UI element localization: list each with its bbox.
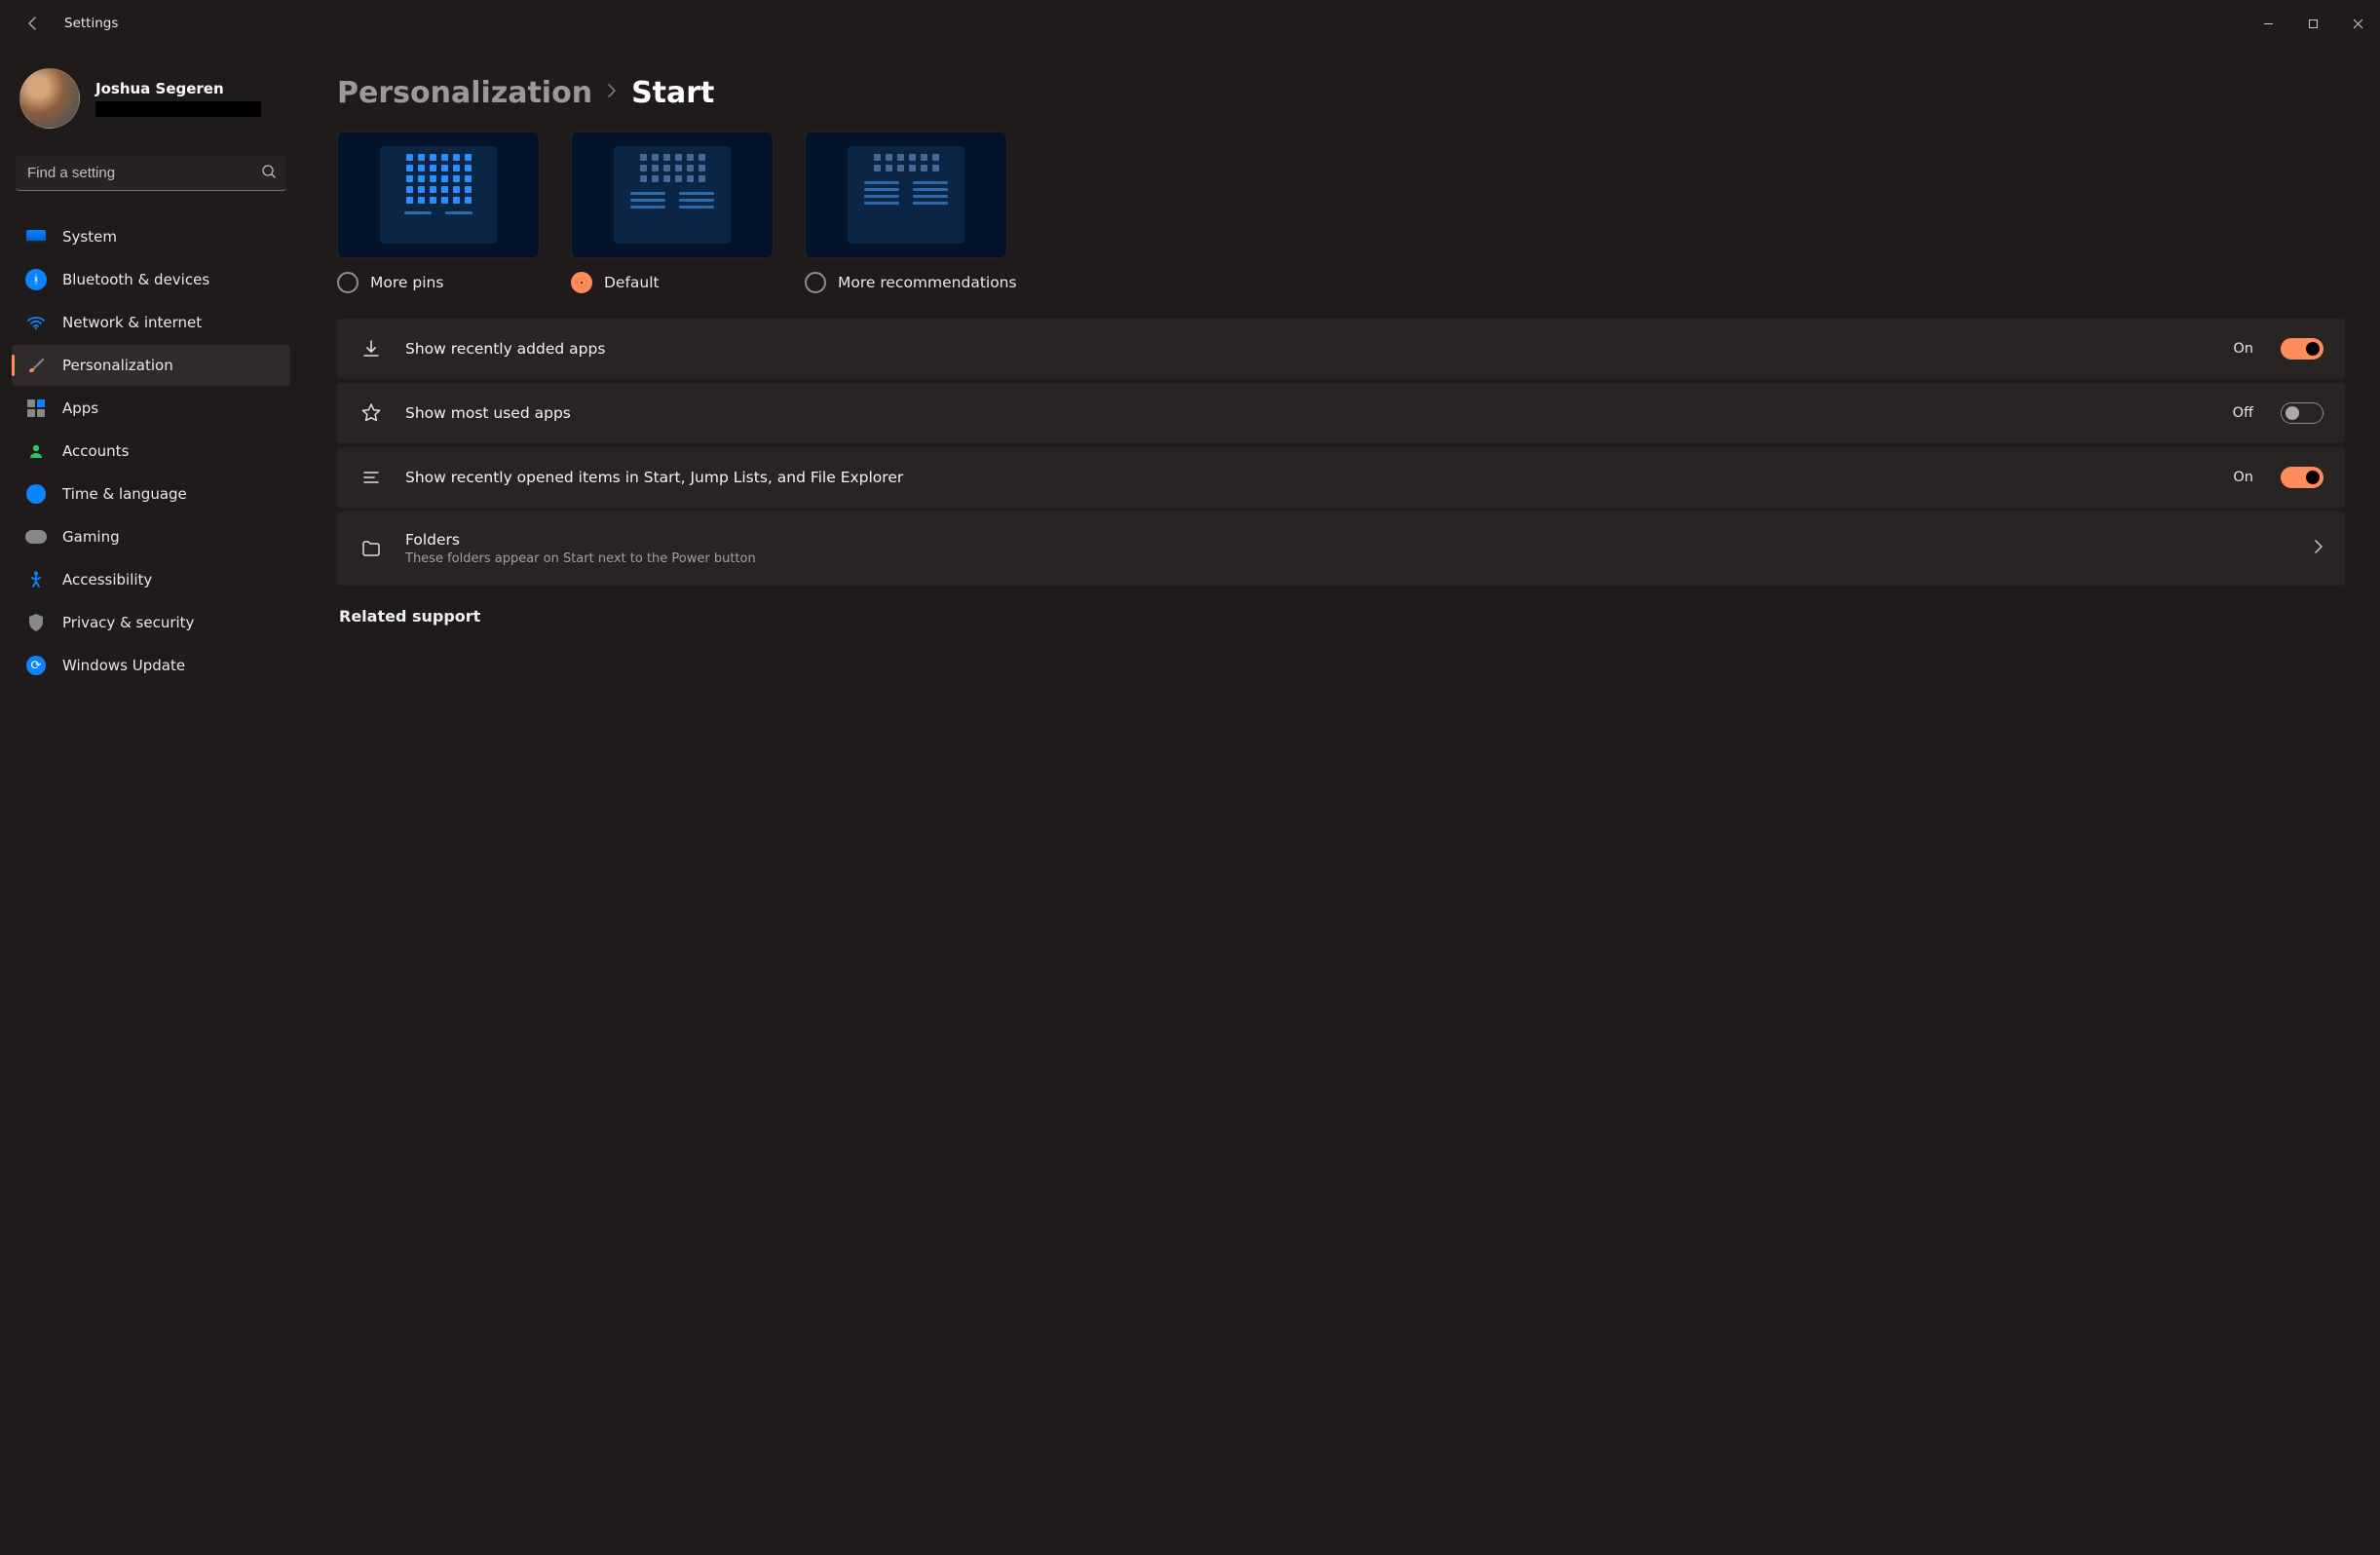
layout-option-default[interactable]: Default — [571, 132, 774, 293]
sidebar-item-label: Network & internet — [62, 314, 202, 331]
layout-option-label: Default — [604, 274, 660, 291]
setting-label: Show most used apps — [405, 404, 2211, 422]
sidebar-item-privacy[interactable]: Privacy & security — [12, 602, 290, 643]
setting-folders[interactable]: Folders These folders appear on Start ne… — [337, 512, 2345, 586]
user-name: Joshua Segeren — [95, 80, 261, 97]
sidebar-item-accessibility[interactable]: Accessibility — [12, 559, 290, 600]
sidebar-item-label: Privacy & security — [62, 614, 194, 631]
sidebar-item-label: Personalization — [62, 357, 173, 374]
paintbrush-icon — [25, 355, 47, 376]
layout-option-label: More pins — [370, 274, 443, 291]
toggle-switch[interactable] — [2281, 402, 2323, 424]
setting-most-used-apps: Show most used apps Off — [337, 383, 2345, 443]
sidebar-item-label: Gaming — [62, 528, 120, 546]
sidebar-item-label: Bluetooth & devices — [62, 271, 209, 288]
chevron-right-icon — [606, 83, 618, 103]
clock-globe-icon — [25, 483, 47, 505]
titlebar: Settings — [0, 0, 2380, 47]
sidebar-item-time-language[interactable]: Time & language — [12, 474, 290, 514]
toggle-state: Off — [2233, 405, 2253, 421]
gamepad-icon — [25, 526, 47, 548]
layout-option-more-recommendations[interactable]: More recommendations — [805, 132, 1017, 293]
person-icon — [25, 440, 47, 462]
folder-icon — [359, 538, 384, 559]
breadcrumb: Personalization Start — [337, 76, 2345, 110]
layout-preview — [571, 132, 774, 258]
sidebar: Joshua Segeren System ᚼ Bluetooth & devi… — [0, 47, 302, 1555]
layout-preview — [337, 132, 540, 258]
accessibility-icon — [25, 569, 47, 590]
breadcrumb-parent[interactable]: Personalization — [337, 76, 592, 110]
toggle-switch[interactable] — [2281, 467, 2323, 488]
sidebar-item-bluetooth[interactable]: ᚼ Bluetooth & devices — [12, 259, 290, 300]
app-title: Settings — [64, 16, 118, 31]
minimize-button[interactable] — [2246, 8, 2290, 39]
shield-icon — [25, 612, 47, 633]
sidebar-item-apps[interactable]: Apps — [12, 388, 290, 429]
apps-icon — [25, 398, 47, 419]
account-profile[interactable]: Joshua Segeren — [12, 58, 290, 144]
radio-button[interactable] — [337, 272, 359, 293]
update-icon: ⟳ — [25, 655, 47, 676]
monitor-icon — [25, 226, 47, 247]
star-icon — [359, 402, 384, 424]
download-icon — [359, 338, 384, 360]
maximize-button[interactable] — [2290, 8, 2335, 39]
sidebar-item-personalization[interactable]: Personalization — [12, 345, 290, 386]
sidebar-item-gaming[interactable]: Gaming — [12, 516, 290, 557]
avatar — [19, 68, 80, 129]
setting-description: These folders appear on Start next to th… — [405, 551, 2292, 566]
layout-preview — [805, 132, 1007, 258]
toggle-state: On — [2233, 470, 2253, 485]
setting-label: Show recently opened items in Start, Jum… — [405, 469, 2211, 486]
sidebar-item-label: Accessibility — [62, 571, 152, 588]
wifi-icon — [25, 312, 47, 333]
sidebar-item-label: Apps — [62, 399, 98, 417]
sidebar-item-label: Time & language — [62, 485, 187, 503]
main-content: Personalization Start — [302, 47, 2380, 1555]
setting-label: Folders — [405, 531, 2292, 549]
sidebar-item-label: Accounts — [62, 442, 129, 460]
setting-recently-opened-items: Show recently opened items in Start, Jum… — [337, 447, 2345, 508]
layout-option-label: More recommendations — [838, 274, 1017, 291]
layout-option-more-pins[interactable]: More pins — [337, 132, 540, 293]
chevron-right-icon — [2314, 540, 2323, 557]
page-title: Start — [631, 76, 714, 110]
setting-recently-added-apps: Show recently added apps On — [337, 319, 2345, 379]
sidebar-item-windows-update[interactable]: ⟳ Windows Update — [12, 645, 290, 686]
bluetooth-icon: ᚼ — [25, 269, 47, 290]
close-button[interactable] — [2335, 8, 2380, 39]
sidebar-item-label: System — [62, 228, 117, 246]
sidebar-item-network[interactable]: Network & internet — [12, 302, 290, 343]
search-input[interactable] — [16, 156, 286, 191]
sidebar-item-system[interactable]: System — [12, 216, 290, 257]
toggle-switch[interactable] — [2281, 338, 2323, 360]
setting-label: Show recently added apps — [405, 340, 2211, 358]
radio-button[interactable] — [805, 272, 826, 293]
toggle-state: On — [2233, 341, 2253, 357]
radio-button[interactable] — [571, 272, 592, 293]
list-icon — [359, 467, 384, 488]
user-email-redacted — [95, 101, 261, 117]
sidebar-item-label: Windows Update — [62, 657, 185, 674]
sidebar-item-accounts[interactable]: Accounts — [12, 431, 290, 472]
back-button[interactable] — [19, 10, 47, 37]
related-support-heading: Related support — [339, 607, 2345, 626]
search-icon — [261, 164, 277, 183]
